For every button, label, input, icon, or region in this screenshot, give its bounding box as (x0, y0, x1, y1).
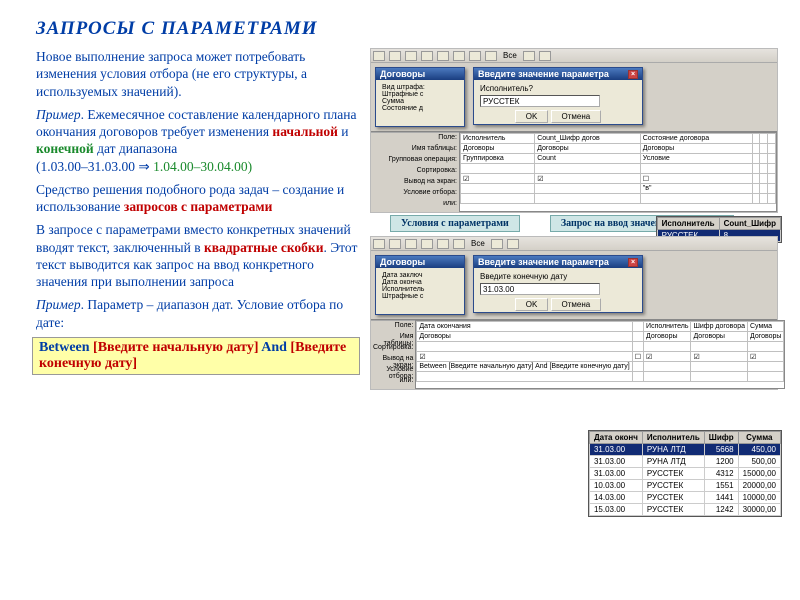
parameter-input[interactable] (480, 283, 600, 295)
para-example1: Пример. Ежемесячное составление календар… (36, 106, 360, 175)
toolbar-icon[interactable] (389, 51, 401, 61)
parameter-dialog: Введите значение параметра× Введите коне… (473, 255, 643, 313)
toolbar-icon[interactable] (507, 239, 519, 249)
toolbar-icon[interactable] (539, 51, 551, 61)
para-solution: Средство решения подобного рода задач – … (36, 181, 360, 216)
toolbar-icon[interactable] (405, 51, 417, 61)
toolbar-icon[interactable] (437, 51, 449, 61)
cancel-button[interactable]: Отмена (551, 298, 602, 311)
close-icon[interactable]: × (628, 70, 638, 79)
tables-pane: Договоры Дата заключДата окончаИсполните… (375, 255, 465, 315)
ok-button[interactable]: OK (515, 298, 549, 311)
toolbar-icon[interactable] (373, 51, 385, 61)
toolbar-icon[interactable] (453, 51, 465, 61)
between-expression: Between [Введите начальную дату] And [Вв… (32, 337, 360, 375)
access-toolbar: Все (371, 49, 777, 63)
para-intro: Новое выполнение запроса может потребова… (36, 48, 360, 100)
toolbar-icon[interactable] (469, 51, 481, 61)
parameter-input[interactable] (480, 95, 600, 107)
close-icon[interactable]: × (628, 258, 638, 267)
access-toolbar: Все (371, 237, 777, 251)
screenshot-lower: Все Договоры Дата заключДата окончаИспол… (370, 236, 778, 390)
para-brackets: В запросе с параметрами вместо конкретны… (36, 221, 360, 290)
toolbar-icon[interactable] (491, 239, 503, 249)
toolbar-icon[interactable] (523, 51, 535, 61)
parameter-dialog: Введите значение параметра× Исполнитель?… (473, 67, 643, 125)
page-title: ЗАПРОСЫ С ПАРАМЕТРАМИ (36, 18, 778, 40)
toolbar-icon[interactable] (485, 51, 497, 61)
screenshot-upper: Все Договоры Вид штрафа:Штрафные сСуммаС… (370, 48, 778, 213)
toolbar-icon[interactable] (421, 239, 433, 249)
toolbar-icon[interactable] (453, 239, 465, 249)
toolbar-icon[interactable] (373, 239, 385, 249)
text-column: Новое выполнение запроса может потребова… (36, 48, 360, 390)
dialog-label: Исполнитель? (480, 84, 636, 93)
caption-left: Условия с параметрами (390, 215, 520, 232)
result-table-lower: Дата окончИсполнительШифрСумма31.03.00РУ… (588, 430, 782, 517)
cancel-button[interactable]: Отмена (551, 110, 602, 123)
toolbar-icon[interactable] (405, 239, 417, 249)
toolbar-icon[interactable] (437, 239, 449, 249)
para-example2: Пример. Параметр – диапазон дат. Условие… (36, 296, 360, 331)
ok-button[interactable]: OK (515, 110, 549, 123)
toolbar-icon[interactable] (389, 239, 401, 249)
tables-pane: Договоры Вид штрафа:Штрафные сСуммаСосто… (375, 67, 465, 127)
dialog-label: Введите конечную дату (480, 272, 636, 281)
screenshots-column: Все Договоры Вид штрафа:Штрафные сСуммаС… (370, 48, 778, 390)
example-label: Пример (36, 107, 81, 122)
toolbar-icon[interactable] (421, 51, 433, 61)
example-label-2: Пример (36, 297, 81, 312)
